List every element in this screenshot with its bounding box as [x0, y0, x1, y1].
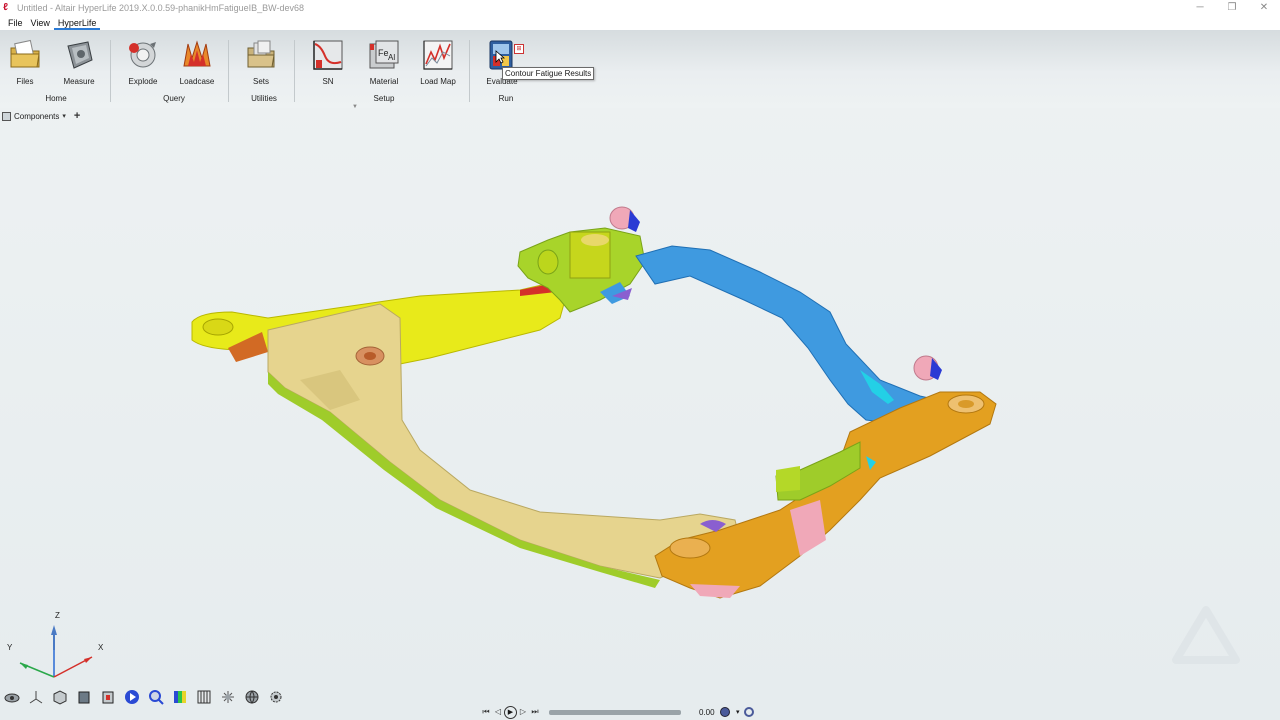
group-run-label: Run: [498, 94, 514, 103]
menu-bar: File View HyperLife: [0, 16, 1280, 30]
files-icon: [10, 39, 40, 68]
menu-view[interactable]: View: [27, 17, 54, 30]
sn-curve-icon: [313, 40, 343, 70]
ribbon: Files Measure Home Explode Loadcase Quer…: [0, 30, 1280, 110]
title-bar: ℓ Untitled - Altair HyperLife 2019.X.0.0…: [0, 0, 1280, 16]
ribbon-separator: [110, 40, 111, 102]
chevron-down-icon[interactable]: ▾: [736, 708, 740, 716]
sets-button[interactable]: Sets: [236, 38, 286, 86]
menu-hyperlife[interactable]: HyperLife: [53, 17, 101, 30]
window-controls: ─ ❐ ✕: [1184, 0, 1280, 16]
explode-view-icon[interactable]: [219, 688, 237, 705]
axis-triad: Z Y X: [0, 605, 110, 680]
load-map-label: Load Map: [420, 77, 456, 86]
bushing-top[interactable]: [609, 206, 640, 232]
group-utilities-label: Utilities: [251, 94, 277, 103]
measure-icon: [67, 41, 93, 69]
window-title: Untitled - Altair HyperLife 2019.X.0.0.5…: [17, 3, 304, 13]
material-icon: Fe Al: [369, 40, 399, 69]
sn-dropdown-arrow[interactable]: ▼: [352, 104, 358, 110]
animation-slider[interactable]: [549, 709, 681, 715]
explode-icon: [129, 42, 156, 68]
cube-view-icon[interactable]: [75, 688, 93, 705]
subframe-right-arm[interactable]: [635, 245, 941, 425]
components-icon: [2, 111, 11, 121]
altair-watermark-icon: [1172, 606, 1240, 664]
restore-button[interactable]: ❐: [1216, 0, 1248, 16]
subframe-front-right-arm[interactable]: [654, 391, 997, 599]
loadcase-label: Loadcase: [179, 77, 215, 86]
load-map-icon: [423, 40, 453, 70]
zoom-icon[interactable]: [147, 688, 165, 705]
section-view-icon[interactable]: [99, 688, 117, 705]
animation-controls: ⏮ ◁ ▶ ▷ ⏭ 0.00 ▾: [480, 705, 754, 719]
animation-time: 0.00: [699, 707, 715, 717]
svg-text:Fe: Fe: [378, 48, 389, 58]
measure-label: Measure: [63, 77, 95, 86]
contour-icon[interactable]: [171, 688, 189, 705]
loadcase-icon: [183, 40, 211, 67]
material-button[interactable]: Fe Al Material: [359, 38, 409, 86]
animation-settings-icon[interactable]: [743, 707, 754, 717]
axis-y-label: Y: [7, 643, 13, 652]
minimize-button[interactable]: ─: [1184, 0, 1216, 16]
sn-label: SN: [322, 77, 334, 86]
sets-icon: [247, 40, 275, 68]
tooltip: Contour Fatigue Results: [502, 67, 595, 80]
model-viewport[interactable]: [0, 122, 1280, 682]
material-label: Material: [369, 77, 399, 86]
step-back-icon[interactable]: ◁: [492, 706, 504, 718]
ribbon-separator: [469, 40, 470, 102]
group-home-label: Home: [45, 94, 67, 103]
play-animation-icon[interactable]: [123, 688, 141, 705]
chevron-down-icon[interactable]: ▾: [62, 112, 66, 120]
ribbon-separator: [294, 40, 295, 102]
sets-label: Sets: [252, 77, 269, 86]
play-button[interactable]: ▶: [504, 705, 517, 719]
group-setup-label: Setup: [373, 94, 395, 103]
axis-icon[interactable]: [27, 688, 45, 705]
settings-icon[interactable]: [267, 688, 285, 705]
components-label: Components: [14, 111, 60, 121]
explode-button[interactable]: Explode: [118, 38, 168, 86]
last-frame-icon[interactable]: ⏭: [529, 706, 541, 718]
svg-text:Al: Al: [388, 53, 395, 62]
ribbon-separator: [228, 40, 229, 102]
globe-icon[interactable]: [243, 688, 261, 705]
first-frame-icon[interactable]: ⏮: [480, 706, 492, 718]
loadcase-button[interactable]: Loadcase: [172, 38, 222, 86]
add-icon[interactable]: +: [74, 110, 80, 122]
iso-view-icon[interactable]: [51, 688, 69, 705]
speed-knob-icon[interactable]: [720, 707, 730, 717]
components-browser[interactable]: Components ▾ +: [2, 110, 80, 122]
bushing-right[interactable]: [913, 355, 942, 381]
group-query-label: Query: [163, 94, 185, 103]
explode-label: Explode: [128, 77, 158, 86]
legend-icon[interactable]: [195, 688, 213, 705]
measure-button[interactable]: Measure: [54, 38, 104, 86]
mouse-cursor-icon: [495, 50, 505, 64]
step-forward-icon[interactable]: ▷: [517, 706, 529, 718]
app-icon: ℓ: [3, 2, 8, 13]
axis-x-label: X: [98, 643, 104, 652]
menu-file[interactable]: File: [4, 17, 27, 30]
files-button[interactable]: Files: [0, 38, 50, 86]
axis-z-label: Z: [55, 611, 60, 620]
files-label: Files: [16, 77, 34, 86]
close-button[interactable]: ✕: [1248, 0, 1280, 16]
sn-button[interactable]: SN: [303, 38, 353, 86]
view-toolbar: [3, 688, 285, 705]
load-map-button[interactable]: Load Map: [413, 38, 463, 86]
view-options-icon[interactable]: [3, 688, 21, 705]
contour-fatigue-results-icon[interactable]: ⊞: [514, 44, 524, 54]
